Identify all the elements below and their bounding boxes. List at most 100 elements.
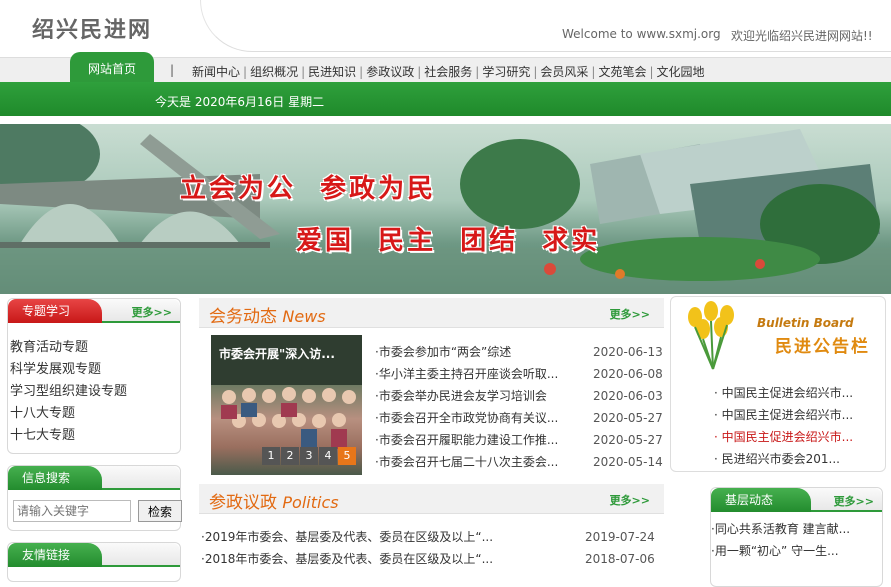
nav-separator: | <box>591 65 596 79</box>
news-item-date: 2020-05-27 <box>593 411 663 425</box>
news-item[interactable]: ·市委会召开七届二十八次主委会... 2020-05-14 <box>375 451 665 473</box>
politics-list: ·2019年市委会、基层委及代表、委员在区级及以上“... 2019-07-24 … <box>201 526 661 570</box>
news-item[interactable]: ·华小洋主委主持召开座谈会听取... 2020-06-08 <box>375 363 665 385</box>
news-item-date: 2020-06-08 <box>593 367 663 381</box>
nav-item-social-service[interactable]: 社会服务 <box>424 65 472 79</box>
nav-item-study[interactable]: 学习研究 <box>482 65 530 79</box>
topic-study-header: 专题学习 更多>> <box>8 299 180 323</box>
nav-item-news-center[interactable]: 新闻中心 <box>192 65 240 79</box>
politics-more-link[interactable]: 更多>> <box>610 492 650 508</box>
grassroots-news-panel: 基层动态 更多>> ·同心共系活教育 建言献... ·用一颗“初心” 守一生..… <box>710 487 883 587</box>
header-curve <box>200 0 891 52</box>
politics-title-en: Politics <box>282 493 339 512</box>
search-button[interactable]: 检索 <box>138 500 182 522</box>
nav-separator: | <box>359 65 364 79</box>
nav-separator: | <box>170 63 175 77</box>
bulletin-item[interactable]: · 中国民主促进会绍兴市... <box>714 404 853 426</box>
nav-item-members[interactable]: 会员风采 <box>540 65 588 79</box>
topic-item[interactable]: 科学发展观专题 <box>8 359 180 381</box>
news-item-title[interactable]: ·华小洋主委主持召开座谈会听取... <box>375 367 558 381</box>
search-title: 信息搜索 <box>8 466 102 490</box>
bulletin-list: · 中国民主促进会绍兴市... · 中国民主促进会绍兴市... · 中国民主促进… <box>714 382 853 470</box>
news-item-title[interactable]: ·市委会召开全市政党协商有关议... <box>375 411 558 425</box>
bulletin-title-cn: 民进公告栏 <box>775 337 870 357</box>
nav-separator: | <box>649 65 654 79</box>
news-title-cn: 会务动态 <box>209 307 277 327</box>
tulip-icon <box>688 301 734 370</box>
news-item-date: 2020-05-27 <box>593 433 663 447</box>
topic-study-panel: 专题学习 更多>> 教育活动专题 科学发展观专题 学习型组织建设专题 十八大专题… <box>7 298 181 454</box>
politics-item[interactable]: ·2018年市委会、基层委及代表、委员在区级及以上“... 2018-07-06 <box>201 548 661 570</box>
news-item-title[interactable]: ·市委会举办民进会友学习培训会 <box>375 389 547 403</box>
nav-item-literature[interactable]: 文苑笔会 <box>598 65 646 79</box>
friend-links-panel: 友情链接 <box>7 542 181 582</box>
search-input[interactable] <box>13 500 131 522</box>
news-item[interactable]: ·市委会召开全市政党协商有关议... 2020-05-27 <box>375 407 665 429</box>
grassroots-item[interactable]: ·用一颗“初心” 守一生... <box>711 540 882 562</box>
slide-page-3[interactable]: 3 <box>300 447 318 465</box>
news-item-date: 2020-06-13 <box>593 345 663 359</box>
news-title-en: News <box>282 307 326 326</box>
politics-item-date: 2019-07-24 <box>585 530 655 544</box>
site-logo[interactable]: 绍兴民进网 <box>32 12 152 44</box>
banner-image: 立会为公 参政为民 爱国 民主 团结 求实 <box>0 124 891 294</box>
news-item-title[interactable]: ·市委会参加市“两会”综述 <box>375 345 511 359</box>
news-more-link[interactable]: 更多>> <box>610 306 650 322</box>
news-item[interactable]: ·市委会参加市“两会”综述 2020-06-13 <box>375 341 665 363</box>
nav-item-knowledge[interactable]: 民进知识 <box>308 65 356 79</box>
news-item[interactable]: ·市委会召开履职能力建设工作推... 2020-05-27 <box>375 429 665 451</box>
news-item-title[interactable]: ·市委会召开七届二十八次主委会... <box>375 455 558 469</box>
nav-item-organization[interactable]: 组织概况 <box>250 65 298 79</box>
news-item-date: 2020-06-03 <box>593 389 663 403</box>
politics-section-header: 参政议政 Politics 更多>> <box>199 484 664 514</box>
politics-title-cn: 参政议政 <box>209 493 277 513</box>
topic-study-title: 专题学习 <box>8 299 102 323</box>
topic-item[interactable]: 十七大专题 <box>8 425 180 447</box>
bulletin-item[interactable]: · 中国民主促进会绍兴市... <box>714 382 853 404</box>
search-header: 信息搜索 <box>8 466 180 490</box>
current-date: 今天是 2020年6月16日 星期二 <box>155 95 325 109</box>
topic-list: 教育活动专题 科学发展观专题 学习型组织建设专题 十八大专题 十七大专题 <box>8 323 180 447</box>
grassroots-list: ·同心共系活教育 建言献... ·用一颗“初心” 守一生... <box>711 512 882 562</box>
news-list: ·市委会参加市“两会”综述 2020-06-13 ·华小洋主委主持召开座谈会听取.… <box>375 341 665 473</box>
news-photo-slideshow[interactable]: 市委会开展"深入访... 1 2 3 4 5 <box>211 335 362 475</box>
nav-separator: | <box>533 65 538 79</box>
topic-item[interactable]: 学习型组织建设专题 <box>8 381 180 403</box>
slide-page-4[interactable]: 4 <box>319 447 337 465</box>
nav-separator: | <box>301 65 306 79</box>
bulletin-title-en: Bulletin Board <box>757 316 854 330</box>
news-section-title: 会务动态 News <box>209 302 326 327</box>
nav-menu: 新闻中心 | 组织概况 | 民进知识 | 参政议政 | 社会服务 | 学习研究 | 会员风采 | 文苑笔会 |… <box>192 63 705 80</box>
nav-home-tab[interactable]: 网站首页 <box>70 52 154 82</box>
friend-links-header: 友情链接 <box>8 543 180 567</box>
nav-item-culture[interactable]: 文化园地 <box>657 65 705 79</box>
bulletin-item[interactable]: · 民进绍兴市委会201... <box>714 448 853 470</box>
banner-slogan-2: 爱国 民主 团结 求实 <box>296 226 601 256</box>
grassroots-item[interactable]: ·同心共系活教育 建言献... <box>711 518 882 540</box>
news-item-date: 2020-05-14 <box>593 455 663 469</box>
politics-item[interactable]: ·2019年市委会、基层委及代表、委员在区级及以上“... 2019-07-24 <box>201 526 661 548</box>
topic-item[interactable]: 教育活动专题 <box>8 337 180 359</box>
grassroots-news-header: 基层动态 更多>> <box>711 488 882 512</box>
nav-separator: | <box>243 65 248 79</box>
bulletin-item[interactable]: · 中国民主促进会绍兴市... <box>714 426 853 448</box>
banner-scenery <box>0 124 891 294</box>
nav-item-politics[interactable]: 参政议政 <box>366 65 414 79</box>
nav-separator: | <box>417 65 422 79</box>
politics-section-title: 参政议政 Politics <box>209 488 339 513</box>
news-item[interactable]: ·市委会举办民进会友学习培训会 2020-06-03 <box>375 385 665 407</box>
topic-more-link[interactable]: 更多>> <box>132 304 172 320</box>
grassroots-news-title: 基层动态 <box>711 488 811 512</box>
slide-page-2[interactable]: 2 <box>281 447 299 465</box>
slide-page-1[interactable]: 1 <box>262 447 280 465</box>
politics-item-date: 2018-07-06 <box>585 552 655 566</box>
date-bar <box>0 82 891 116</box>
welcome-english: Welcome to www.sxmj.org <box>562 27 721 41</box>
search-panel: 信息搜索 检索 <box>7 465 182 531</box>
topic-item[interactable]: 十八大专题 <box>8 403 180 425</box>
grassroots-more-link[interactable]: 更多>> <box>834 493 874 509</box>
politics-item-title[interactable]: ·2019年市委会、基层委及代表、委员在区级及以上“... <box>201 530 493 544</box>
slide-page-5[interactable]: 5 <box>338 447 356 465</box>
news-item-title[interactable]: ·市委会召开履职能力建设工作推... <box>375 433 558 447</box>
politics-item-title[interactable]: ·2018年市委会、基层委及代表、委员在区级及以上“... <box>201 552 493 566</box>
